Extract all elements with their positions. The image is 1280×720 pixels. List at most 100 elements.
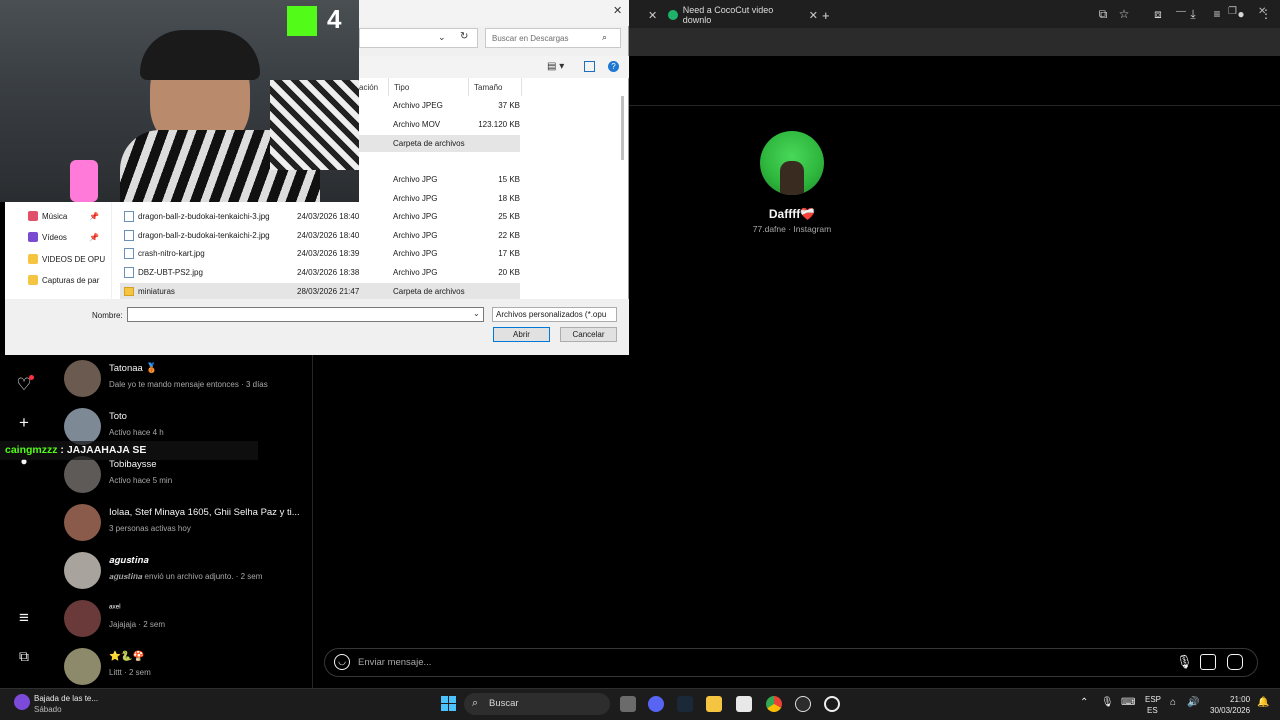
obs-icon[interactable] [824,696,840,712]
conversation-name: ᵃˣᵉˡ [109,603,121,614]
volume-icon[interactable]: 🔊 [1187,697,1199,708]
install-app-icon[interactable]: ⧉ [1095,6,1111,22]
file-row[interactable]: dragon-ball-z-budokai-tenkaichi-2.jpg 24/… [120,227,520,244]
open-button[interactable]: Abrir [493,327,550,342]
avatar [64,600,101,637]
file-row[interactable]: dragon-ball-z-budokai-tenkaichi-3.jpg 24/… [120,208,520,225]
download-icon[interactable]: ⤓ [1185,6,1201,22]
conversation-item[interactable]: ᵃˣᵉˡ Jajajaja · 2 sem [64,600,309,644]
close-icon[interactable]: ✕ [809,9,818,22]
image-icon[interactable] [1200,654,1216,670]
media-controls-icon[interactable]: ≡ [1209,6,1225,22]
message-input[interactable] [324,648,1258,677]
pin-icon: 📌 [89,233,99,242]
nav-item-videos[interactable]: Vídeos [42,233,67,242]
conversation-name: ⭐🐍🍄 [109,651,145,662]
nav-item-folder[interactable]: Capturas de par [42,276,99,285]
file-name-label: Nombre: [92,311,123,320]
column-size[interactable]: Tamaño [474,83,502,92]
nav-item-music[interactable]: Música [42,212,67,221]
chevron-down-icon[interactable]: ⌄ [438,32,446,43]
message-placeholder: Enviar mensaje... [358,657,432,668]
menu-hamburger-icon[interactable]: ≡ [14,608,34,628]
chrome-menu-icon[interactable]: ⋮ [1258,6,1274,22]
preview-pane-icon[interactable] [584,61,595,72]
file-explorer-icon[interactable] [706,696,722,712]
conversation-name: Iolaa, Stef Minaya 1605, Ghii Selha Paz … [109,507,300,518]
notifications-icon[interactable]: 🔔 [1257,697,1269,708]
kick-logo-icon [287,6,317,36]
column-divider[interactable] [388,78,389,96]
tab-cococut[interactable]: Need a CocoCut video downlo ✕ [668,4,818,26]
conversation-preview: Activo hace 5 min [109,476,173,485]
image-file-icon [124,248,134,259]
store-icon[interactable] [736,696,752,712]
emoji-icon[interactable]: ◡ [334,654,350,670]
avatar [64,456,101,493]
column-location[interactable]: ación [359,83,378,92]
conversation-name: Tobibaysse [109,459,157,470]
steam-icon[interactable] [677,696,693,712]
conversation-item[interactable]: Tatonaa 🥉 Dale yo te mando mensaje enton… [64,360,309,404]
chevron-up-icon[interactable]: ⌃ [1080,697,1088,708]
network-icon[interactable]: ⌂ [1170,697,1176,708]
language-indicator[interactable]: ESP [1145,695,1161,704]
taskbar-search[interactable]: Buscar [464,693,610,715]
tab-close-prev[interactable]: ✕ [640,4,657,26]
nav-item-folder[interactable]: VIDEOS DE OPU [42,255,105,264]
column-divider[interactable] [521,78,522,96]
conversation-item[interactable]: 𝒂𝒈𝒖𝒔𝒕𝒊𝒏𝒂 𝒂𝒈𝒖𝒔𝒕𝒊𝒏𝒂 envió un archivo adjun… [64,552,309,596]
scrollbar[interactable] [621,96,624,160]
file-name-input[interactable] [127,307,484,322]
file-row[interactable]: miniaturas 28/03/2026 21:47 Carpeta de arc… [120,283,520,300]
chrome-icon[interactable] [766,696,782,712]
music-icon [28,211,38,221]
column-type[interactable]: Tipo [394,83,409,92]
app-icon[interactable] [795,696,811,712]
avatar [64,408,101,445]
notifications-heart-icon[interactable]: ♡ [14,375,34,395]
also-from-meta-icon[interactable]: ⧉ [14,646,34,666]
notification-title[interactable]: Bajada de las te... [34,694,98,703]
search-icon: ⌕ [602,32,608,42]
file-row[interactable]: crash-nitro-kart.jpg 24/03/2026 18:39 Arch… [120,245,520,262]
chat-text: : JAJAAHAJA SE [57,444,147,456]
profile-avatar[interactable] [760,131,824,195]
task-view-icon[interactable] [620,696,636,712]
viewer-count: 4 [327,4,342,34]
keyboard-layout: ES [1147,706,1158,715]
folder-icon [28,275,38,285]
create-plus-icon[interactable]: + [14,413,34,433]
sticker-icon[interactable] [1227,654,1243,670]
help-icon[interactable]: ? [608,61,619,72]
conversation-preview: Activo hace 4 h [109,428,164,437]
pin-icon: 📌 [89,212,99,221]
conversation-item[interactable]: ⭐🐍🍄 Littt · 2 sem [64,648,309,692]
clock-time[interactable]: 21:00 [1230,695,1250,704]
discord-icon[interactable] [648,696,664,712]
conversation-item[interactable]: Tobibaysse Activo hace 5 min [64,456,309,500]
profile-icon[interactable]: ● [1233,6,1249,22]
microphone-icon[interactable]: 🎙 [1176,654,1193,670]
chat-username: caingmzzz [5,444,58,456]
tab-title: Need a CocoCut video downlo [682,5,774,25]
avatar [64,504,101,541]
file-row[interactable]: DBZ-UBT-PS2.jpg 24/03/2026 18:38 Archivo J… [120,264,520,281]
view-options-icon[interactable]: ▤ ▾ [547,61,564,72]
dialog-close-icon[interactable]: ✕ [613,4,622,17]
chevron-down-icon[interactable]: ⌄ [473,309,480,318]
cancel-button[interactable]: Cancelar [560,327,617,342]
microphone-icon[interactable]: 🎙 [1101,697,1114,708]
file-type-select[interactable]: Archivos personalizados (*.opu [492,307,617,322]
conversation-item[interactable]: Iolaa, Stef Minaya 1605, Ghii Selha Paz … [64,504,309,548]
keyboard-icon[interactable]: ⌨ [1121,697,1135,708]
start-windows-icon[interactable] [441,696,456,711]
extensions-icon[interactable]: ⧈ [1150,6,1166,22]
column-divider[interactable] [468,78,469,96]
notification-app-icon[interactable] [14,694,30,710]
refresh-icon[interactable]: ↻ [460,31,468,42]
bookmark-star-icon[interactable]: ☆ [1116,6,1132,22]
new-tab-button[interactable]: + [822,4,830,26]
image-file-icon [124,211,134,222]
search-input[interactable]: Buscar en Descargas [485,28,621,48]
